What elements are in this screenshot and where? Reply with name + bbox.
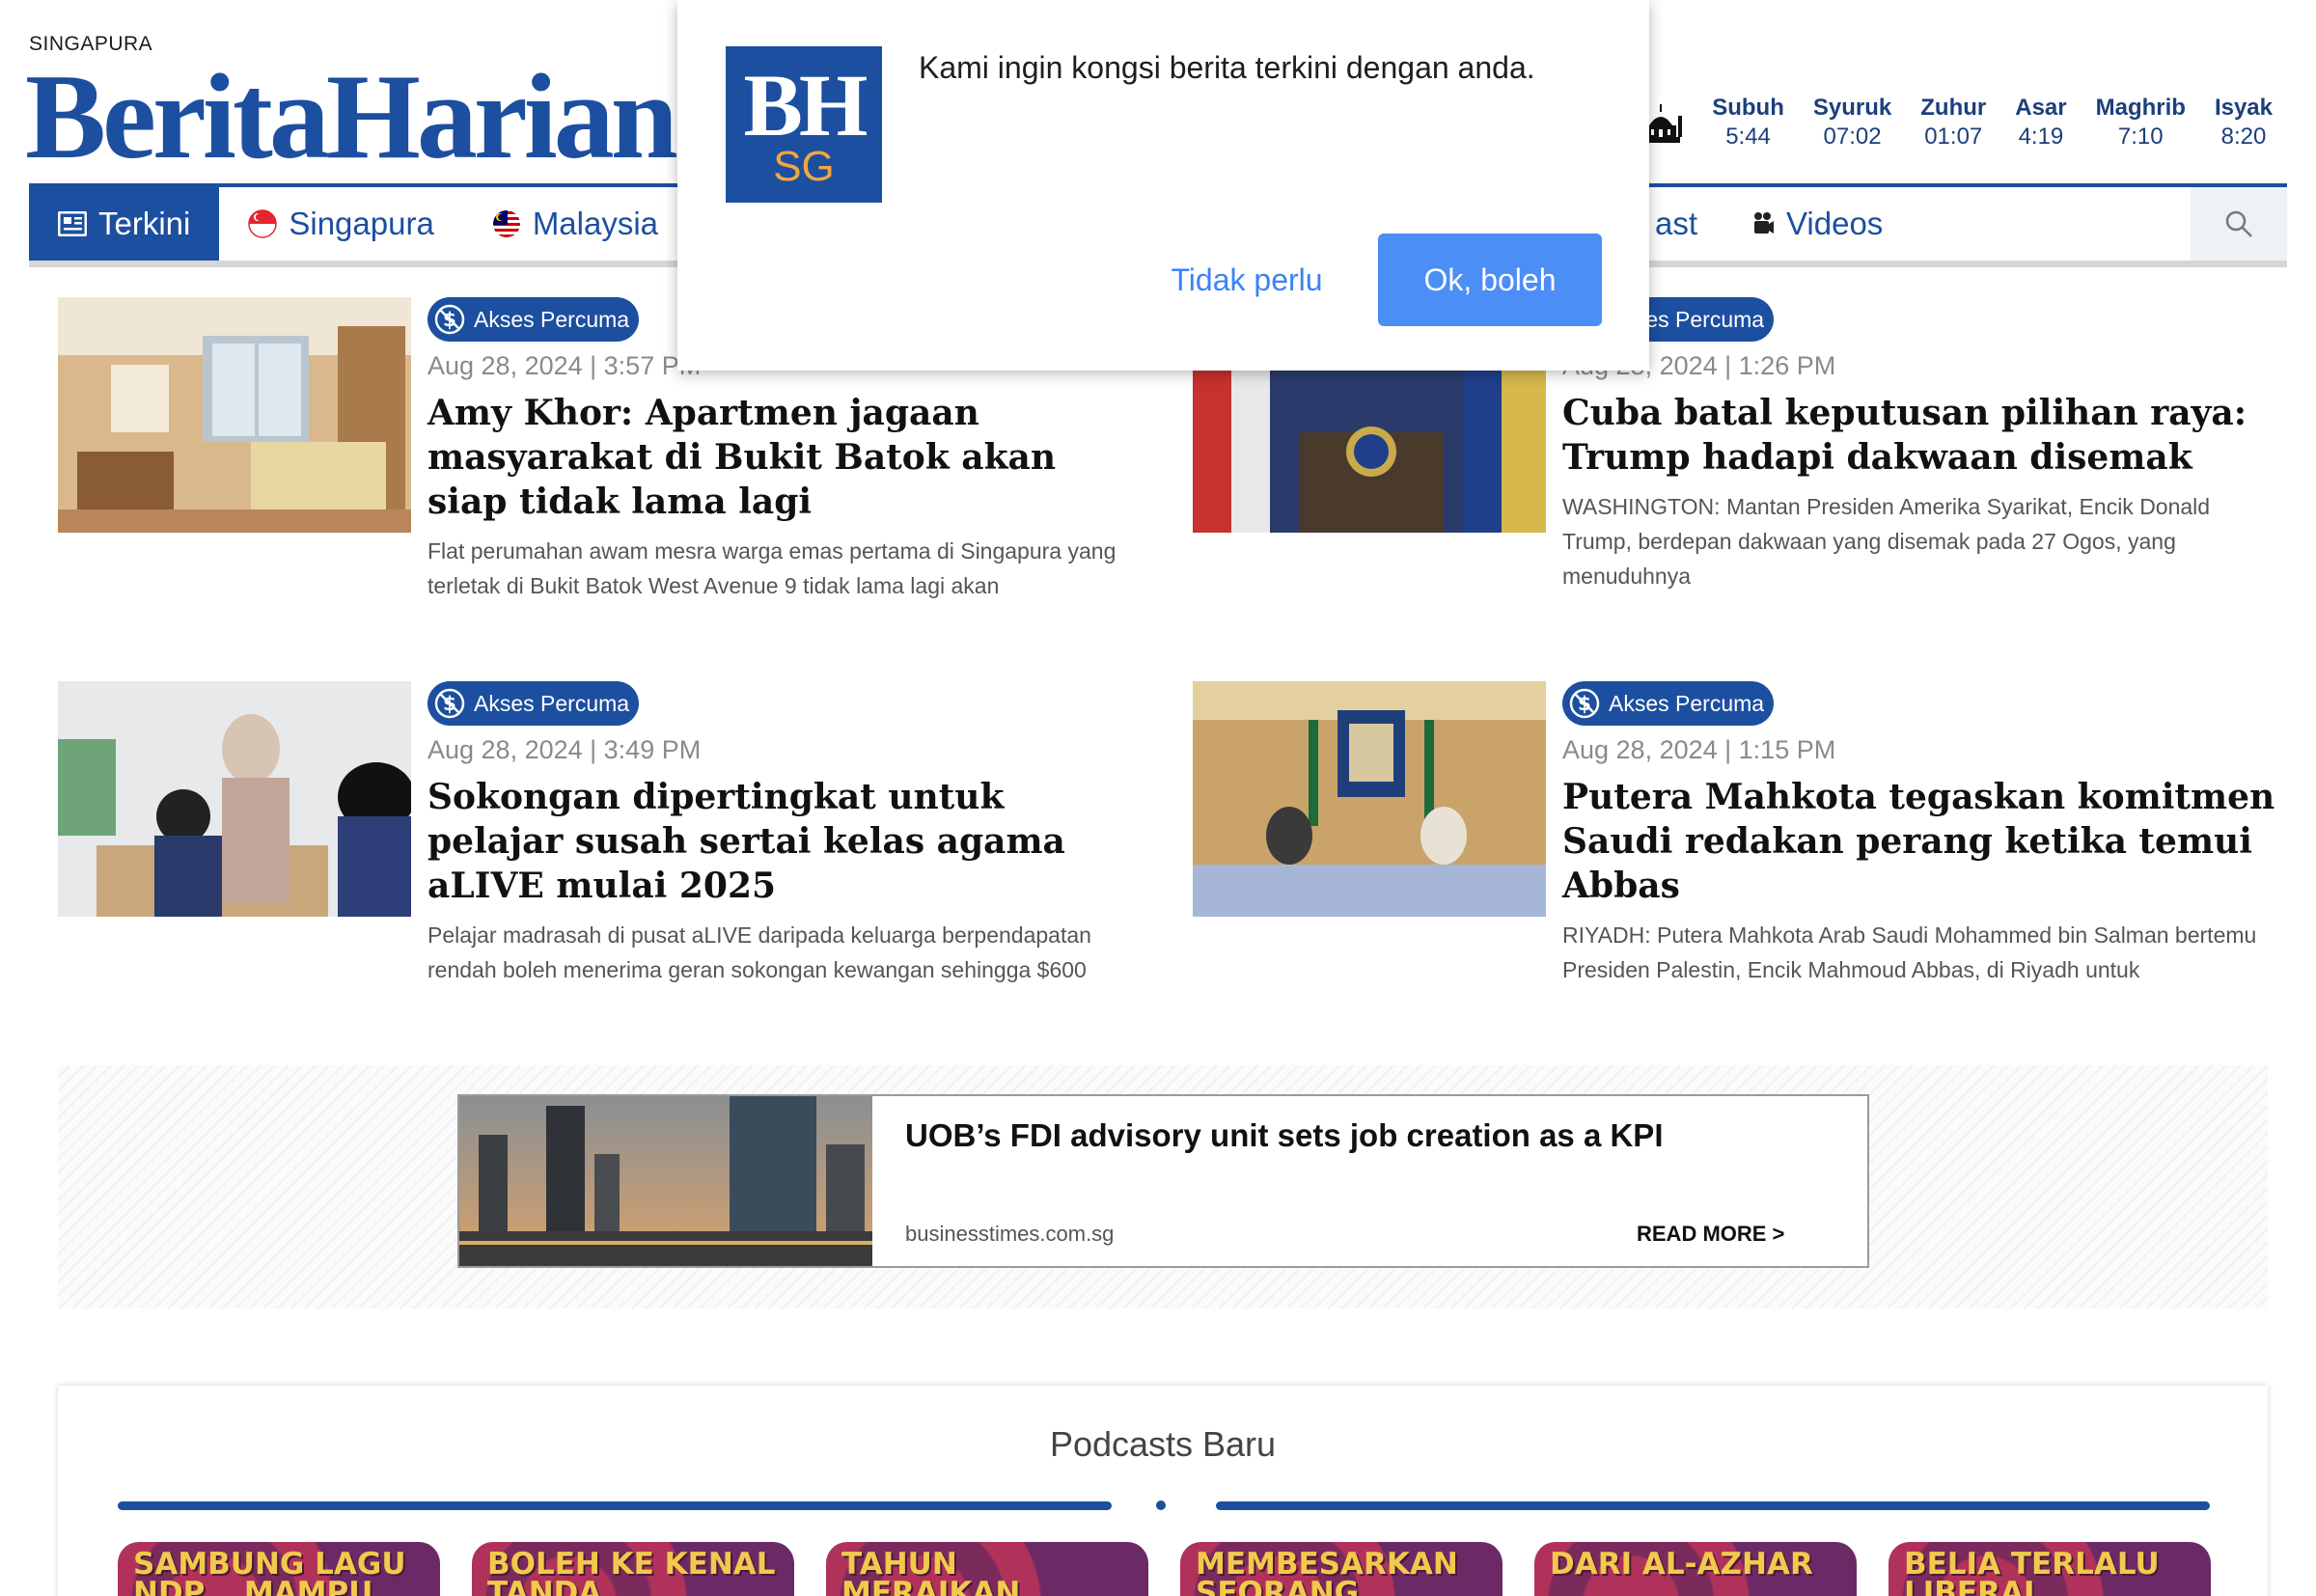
article-image[interactable]	[58, 297, 411, 533]
prayer-times: Subuh 5:44 Syuruk 07:02 Zuhur 01:07 Asar…	[1638, 95, 2287, 160]
article-date: Aug 28, 2024 | 1:26 PM	[1562, 351, 1836, 380]
nav-label: Terkini	[98, 206, 191, 241]
ad-image[interactable]	[459, 1096, 872, 1266]
free-access-badge: $ Akses Percuma	[1562, 681, 1775, 726]
article-date: Aug 28, 2024 | 1:15 PM	[1562, 735, 1836, 764]
video-icon	[1751, 210, 1775, 237]
prayer-name: Isyak	[2214, 95, 2273, 121]
ad-title[interactable]: UOB’s FDI advisory unit sets job creatio…	[905, 1117, 1664, 1154]
prayer-name: Syuruk	[1812, 95, 1892, 121]
article-summary: Flat perumahan awam mesra warga emas per…	[427, 538, 1117, 598]
nav-item-singapura[interactable]: Singapura	[219, 187, 462, 261]
section-title: Podcasts Baru	[1049, 1424, 1277, 1464]
article-summary: RIYADH: Putera Mahkota Arab Saudi Mohamm…	[1562, 922, 2257, 982]
search-button[interactable]	[2191, 187, 2287, 261]
article-date: Aug 28, 2024 | 3:49 PM	[427, 735, 702, 764]
site-logo[interactable]: BeritaHarian	[25, 39, 678, 197]
podcast-card-title: TAHUN MERAIKAN	[841, 1547, 1021, 1596]
article-card[interactable]: $ Akses Percuma Aug 28, 2024 | 1:15 PM P…	[1193, 681, 2283, 990]
dollar-icon: $	[434, 304, 465, 335]
nav-item-terkini[interactable]: Terkini	[29, 187, 220, 261]
prayer-time: 7:10	[2117, 124, 2164, 150]
podcast-card[interactable]: BELIA TERLALU LIBERAL	[1889, 1542, 2211, 1596]
badge-label: Akses Percuma	[1609, 690, 1765, 716]
nav-label: Singapura	[289, 206, 434, 241]
podcast-card[interactable]: BOLEH KE KENAL TANDA	[472, 1542, 794, 1596]
ad-source: businesstimes.com.sg	[905, 1222, 1115, 1246]
podcast-card[interactable]: SAMBUNG LAGU NDP... MAMPU TAK	[118, 1542, 440, 1596]
nav-item-malaysia[interactable]: Malaysia	[463, 187, 687, 261]
carousel-dot[interactable]	[1156, 1500, 1166, 1510]
article-summary: WASHINGTON: Mantan Presiden Amerika Syar…	[1562, 494, 2211, 589]
prayer-syuruk: Syuruk 07:02	[1799, 95, 1906, 151]
carousel-divider	[1216, 1501, 2210, 1510]
article-headline[interactable]: Sokongan dipertingkat untuk pelajar susa…	[427, 775, 1146, 908]
podcast-card[interactable]: DARI AL-AZHAR	[1534, 1542, 1857, 1596]
article-image[interactable]	[58, 681, 411, 917]
carousel-divider	[118, 1501, 1112, 1510]
prayer-time: 8:20	[2220, 124, 2267, 150]
podcast-card-title: MEMBESARKAN SEORANG	[1196, 1547, 1458, 1596]
logo-sub-text: SG	[773, 143, 835, 190]
prayer-time: 5:44	[1725, 124, 1771, 150]
article-headline[interactable]: Putera Mahkota tegaskan komitmen Saudi r…	[1562, 775, 2281, 908]
prayer-maghrib: Maghrib 7:10	[2082, 95, 2200, 151]
badge-label: Akses Percuma	[474, 306, 630, 332]
free-access-badge: $ Akses Percuma	[427, 297, 640, 342]
accept-button[interactable]: Ok, boleh	[1378, 234, 1602, 326]
bh-logo: BH SG	[726, 46, 882, 203]
article-card[interactable]: $ Akses Percuma Aug 28, 2024 | 3:49 PM S…	[58, 681, 1148, 990]
article-image[interactable]	[1193, 681, 1546, 917]
free-access-badge: $ Akses Percuma	[427, 681, 640, 726]
nav-label: Malaysia	[532, 206, 659, 241]
prayer-name: Asar	[2015, 95, 2067, 121]
prayer-name: Zuhur	[1920, 95, 1987, 121]
podcast-card-title: SAMBUNG LAGU NDP... MAMPU TAK	[133, 1547, 406, 1596]
prayer-time: 01:07	[1924, 124, 1983, 150]
prayer-name: Maghrib	[2095, 95, 2186, 121]
singapore-flag-icon	[248, 209, 278, 238]
malaysia-flag-icon	[492, 209, 521, 238]
podcast-card-title: DARI AL-AZHAR	[1550, 1547, 1813, 1582]
podcast-card[interactable]: TAHUN MERAIKAN	[826, 1542, 1148, 1596]
dollar-icon: $	[434, 688, 465, 719]
podcast-card-title: BOLEH KE KENAL TANDA	[487, 1547, 776, 1596]
prayer-name: Subuh	[1712, 95, 1784, 121]
prompt-message: Kami ingin kongsi berita terkini dengan …	[919, 50, 1535, 85]
notification-prompt: BH SG Kami ingin kongsi berita terkini d…	[677, 0, 1649, 371]
prayer-subuh: Subuh 5:44	[1697, 95, 1799, 151]
deny-button[interactable]: Tidak perlu	[1131, 234, 1363, 326]
prayer-asar: Asar 4:19	[2000, 95, 2081, 151]
search-icon	[2225, 210, 2252, 237]
podcasts-section: Podcasts Baru SAMBUNG LAGU NDP... MAMPU …	[58, 1386, 2268, 1596]
podcast-card-title: BELIA TERLALU LIBERAL	[1904, 1547, 2160, 1596]
prayer-zuhur: Zuhur 01:07	[1906, 95, 2000, 151]
article-headline[interactable]: Cuba batal keputusan pilihan raya: Trump…	[1562, 391, 2281, 480]
badge-label: Akses Percuma	[474, 690, 630, 716]
logo-main-text: BH	[743, 56, 868, 154]
ad-read-more-link[interactable]: READ MORE >	[1637, 1222, 1784, 1247]
article-headline[interactable]: Amy Khor: Apartmen jagaan masyarakat di …	[427, 391, 1146, 524]
dollar-icon: $	[1569, 688, 1600, 719]
nav-item-videos[interactable]: Videos	[1723, 187, 1912, 261]
prayer-isyak: Isyak 8:20	[2200, 95, 2287, 151]
prayer-time: 4:19	[2018, 124, 2064, 150]
sponsored-ad[interactable]: UOB’s FDI advisory unit sets job creatio…	[457, 1094, 1869, 1268]
article-summary: Pelajar madrasah di pusat aLIVE daripada…	[427, 922, 1091, 982]
prayer-time: 07:02	[1823, 124, 1882, 150]
nav-label: Videos	[1786, 206, 1884, 241]
newspaper-icon	[58, 211, 87, 236]
nav-label: ast	[1655, 206, 1698, 241]
podcast-card[interactable]: MEMBESARKAN SEORANG	[1180, 1542, 1503, 1596]
